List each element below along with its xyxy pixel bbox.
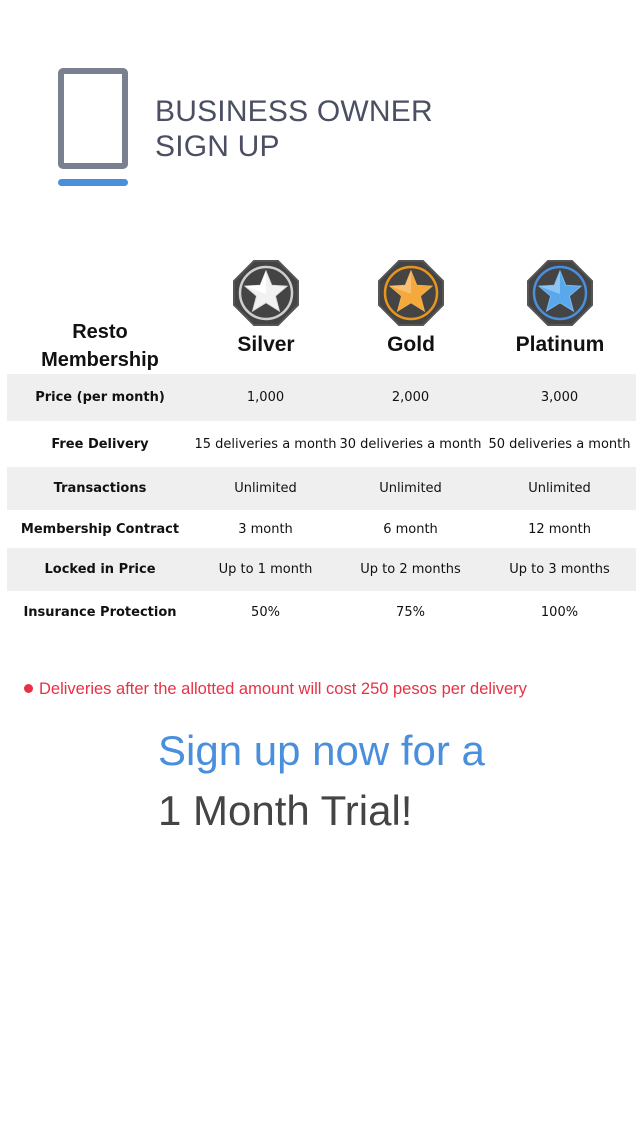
page-title: BUSINESS OWNER SIGN UP (155, 94, 433, 164)
tier-silver[interactable]: Silver (193, 258, 339, 357)
cell-silver: 1,000 (193, 374, 338, 421)
features-table: Price (per month) 1,000 2,000 3,000 Free… (7, 374, 636, 634)
row-label: Transactions (7, 467, 193, 510)
cell-gold: 30 deliveries a month (339, 436, 482, 452)
cta-line1: Sign up now for a (158, 727, 485, 774)
row-label: Insurance Protection (23, 605, 177, 620)
cell-silver: Unlimited (193, 467, 338, 510)
row-label: Locked in Price (7, 548, 193, 591)
row-label: Membership Contract (20, 521, 180, 537)
cell-silver: 3 month (238, 521, 293, 537)
cell-platinum: 100% (540, 605, 579, 620)
tablet-icon (58, 68, 128, 188)
tier-gold[interactable]: Gold (338, 258, 484, 357)
plan-header: Resto Membership Silver Gold Platinum (7, 258, 636, 374)
cell-platinum: Up to 3 months (483, 548, 636, 591)
delivery-note: Deliveries after the allotted amount wil… (24, 680, 527, 699)
page-title-line2: SIGN UP (155, 130, 280, 163)
bullet-dot-icon (24, 684, 33, 694)
cell-gold: Up to 2 months (338, 548, 483, 591)
table-row: Free Delivery 15 deliveries a month 30 d… (7, 421, 636, 467)
table-row: Insurance Protection 50% 75% 100% (7, 591, 636, 634)
table-row: Membership Contract 3 month 6 month 12 m… (7, 510, 636, 548)
cell-platinum: 12 month (528, 521, 591, 537)
cta-line2: 1 Month Trial! (158, 787, 413, 834)
header: BUSINESS OWNER SIGN UP (0, 0, 640, 200)
table-row: Locked in Price Up to 1 month Up to 2 mo… (7, 548, 636, 591)
cell-platinum: Unlimited (483, 467, 636, 510)
table-row: Price (per month) 1,000 2,000 3,000 (7, 374, 636, 421)
tier-name-gold: Gold (387, 333, 435, 356)
gold-star-badge-icon (378, 260, 444, 326)
membership-plans: Resto Membership Silver Gold Platinum Pr… (7, 258, 636, 634)
cell-gold: 2,000 (338, 374, 483, 421)
row-label: Free Delivery (51, 436, 149, 452)
table-row: Transactions Unlimited Unlimited Unlimit… (7, 467, 636, 510)
tier-name-platinum: Platinum (515, 333, 605, 356)
trial-cta[interactable]: Sign up now for a 1 Month Trial! (158, 724, 485, 838)
cell-gold: 75% (396, 605, 425, 620)
cell-silver: Up to 1 month (193, 548, 338, 591)
row-label: Price (per month) (7, 374, 193, 421)
resto-membership-label: Resto Membership (41, 321, 159, 371)
cell-silver: 15 deliveries a month (194, 436, 337, 452)
silver-star-badge-icon (233, 260, 299, 326)
cell-platinum: 3,000 (483, 374, 636, 421)
cell-gold: Unlimited (338, 467, 483, 510)
cell-silver: 50% (251, 605, 280, 620)
cell-gold: 6 month (383, 521, 438, 537)
delivery-note-text: Deliveries after the allotted amount wil… (39, 680, 527, 698)
page-title-line1: BUSINESS OWNER (155, 95, 433, 128)
cell-platinum: 50 deliveries a month (488, 436, 631, 452)
tier-platinum[interactable]: Platinum (487, 258, 633, 357)
tier-name-silver: Silver (237, 333, 295, 356)
platinum-star-badge-icon (527, 260, 593, 326)
